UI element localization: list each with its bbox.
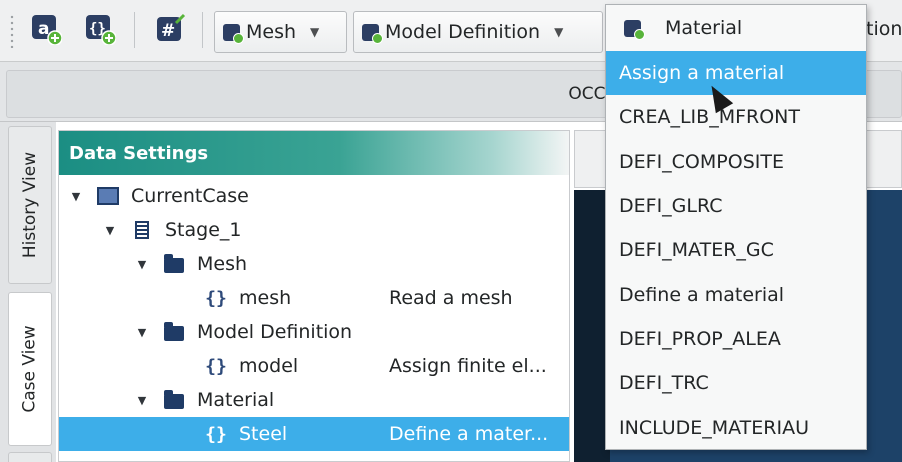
material-combo-header[interactable]: Material <box>606 5 866 51</box>
model-combo-label: Model Definition <box>385 21 541 43</box>
chevron-down-icon: ▼ <box>310 25 320 39</box>
tab-case-view-label: Case View <box>20 325 41 413</box>
tree-row-currentcase[interactable]: ▼ CurrentCase <box>59 179 569 213</box>
material-combo-icon <box>624 19 645 40</box>
tree-row-label: Mesh <box>197 253 248 275</box>
menu-item-assign-material[interactable]: Assign a material <box>606 51 866 96</box>
tree-row-mesh[interactable]: {} mesh Read a mesh <box>59 281 569 315</box>
menu-item-crea-lib-mfront[interactable]: CREA_LIB_MFRONT <box>606 95 866 139</box>
folder-icon <box>163 253 185 275</box>
chevron-down-icon: ▼ <box>554 25 564 39</box>
toolbar-separator <box>134 12 135 48</box>
tree-row-label: model <box>239 355 299 377</box>
panel-title: Data Settings <box>59 131 569 175</box>
command-braces-icon: {} <box>205 423 227 445</box>
expand-arrow-icon[interactable]: ▼ <box>135 326 149 339</box>
tab-history-view[interactable]: History View <box>8 126 52 284</box>
tree-row-mesh-category[interactable]: ▼ Mesh <box>59 247 569 281</box>
expand-arrow-icon[interactable]: ▼ <box>135 394 149 407</box>
tree-row-description: Read a mesh <box>389 287 513 309</box>
tree-row-label: Material <box>197 389 275 411</box>
mesh-combo[interactable]: Mesh ▼ <box>214 11 347 53</box>
hidden-combo-label: tion <box>866 18 902 40</box>
data-settings-panel: Data Settings ▼ CurrentCase ▼ Stage_1 ▼ … <box>58 130 570 462</box>
edit-hash-icon[interactable]: # <box>152 10 188 48</box>
command-braces-icon: {} <box>205 287 227 309</box>
toolbar-grip[interactable] <box>9 14 15 48</box>
tab-case-view[interactable]: Case View <box>8 292 52 446</box>
case-icon <box>97 185 119 207</box>
model-combo-icon <box>362 23 383 44</box>
tree-row-model-category[interactable]: ▼ Model Definition <box>59 315 569 349</box>
tree-row-label: Steel <box>239 423 288 445</box>
add-stage-icon[interactable]: {} <box>82 10 118 48</box>
menu-item-defi-trc[interactable]: DEFI_TRC <box>606 361 866 405</box>
side-tab-bar: History View Case View <box>0 122 56 462</box>
menu-item-include-materiau[interactable]: INCLUDE_MATERIAU <box>606 405 866 449</box>
menu-item-defi-glrc[interactable]: DEFI_GLRC <box>606 184 866 228</box>
tree-row-description: Assign finite el... <box>389 355 547 377</box>
tree-row-steel[interactable]: {} Steel Define a mater... <box>59 417 569 451</box>
tree-row-material-category[interactable]: ▼ Material <box>59 383 569 417</box>
stage-document-icon <box>131 219 153 241</box>
menu-item-defi-prop-alea[interactable]: DEFI_PROP_ALEA <box>606 317 866 361</box>
toolbar-separator <box>202 12 203 48</box>
add-text-icon[interactable]: a <box>28 10 64 48</box>
model-definition-combo[interactable]: Model Definition ▼ <box>353 11 603 53</box>
mesh-combo-icon <box>223 23 244 44</box>
expand-arrow-icon[interactable]: ▼ <box>69 190 83 203</box>
tree-row-model[interactable]: {} model Assign finite el... <box>59 349 569 383</box>
tree-row-label: Stage_1 <box>165 219 242 241</box>
tree-row-label: mesh <box>239 287 292 309</box>
material-dropdown-menu: Material Assign a material CREA_LIB_MFRO… <box>605 4 867 450</box>
menu-item-defi-mater-gc[interactable]: DEFI_MATER_GC <box>606 228 866 272</box>
menu-item-defi-composite[interactable]: DEFI_COMPOSITE <box>606 140 866 184</box>
command-braces-icon: {} <box>205 355 227 377</box>
folder-icon <box>163 389 185 411</box>
expand-arrow-icon[interactable]: ▼ <box>103 224 117 237</box>
tab-history-view-label: History View <box>20 151 41 259</box>
tab-more[interactable] <box>8 452 52 462</box>
mesh-combo-label: Mesh <box>246 21 297 43</box>
material-combo-label: Material <box>665 17 743 39</box>
tree-row-description: Define a mater... <box>389 423 549 445</box>
tree-row-label: Model Definition <box>197 321 353 343</box>
tree-row-label: CurrentCase <box>131 185 249 207</box>
folder-icon <box>163 321 185 343</box>
tree-row-stage[interactable]: ▼ Stage_1 <box>59 213 569 247</box>
menu-item-define-material[interactable]: Define a material <box>606 272 866 316</box>
svg-text:#: # <box>161 21 175 41</box>
expand-arrow-icon[interactable]: ▼ <box>135 258 149 271</box>
